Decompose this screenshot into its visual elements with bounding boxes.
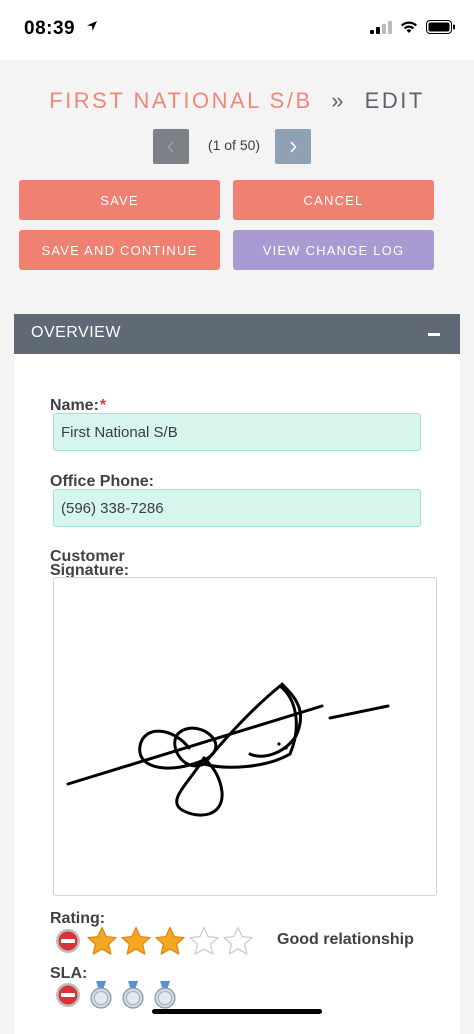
previous-record-button[interactable] xyxy=(153,129,189,164)
clear-sla-icon[interactable] xyxy=(54,981,82,1009)
rating-stars xyxy=(86,926,254,956)
overview-panel-header[interactable]: OVERVIEW xyxy=(14,314,460,354)
wifi-icon xyxy=(401,20,417,33)
rating-control xyxy=(54,926,254,956)
sla-medal-icon[interactable] xyxy=(120,980,146,1010)
signature-dot-1 xyxy=(277,742,281,746)
signature-pad[interactable] xyxy=(53,577,437,896)
title-action: EDIT xyxy=(364,88,425,113)
star-empty-icon[interactable] xyxy=(188,926,220,956)
status-icons xyxy=(370,20,456,34)
sla-medals xyxy=(88,980,178,1010)
panel-title: OVERVIEW xyxy=(31,324,121,341)
star-filled-icon[interactable] xyxy=(120,926,152,956)
overview-panel-body: Name:* Office Phone: Customer Signature: xyxy=(14,354,460,1034)
home-indicator[interactable] xyxy=(152,1009,322,1014)
battery-icon xyxy=(426,20,455,34)
page-title: FIRST NATIONAL S/B » EDIT xyxy=(0,88,474,114)
sla-medal-icon[interactable] xyxy=(152,980,178,1010)
sla-control xyxy=(54,980,178,1010)
title-separator: » xyxy=(331,88,347,113)
chevron-left-icon xyxy=(167,140,174,153)
required-marker: * xyxy=(99,397,107,414)
collapse-icon[interactable] xyxy=(428,333,440,336)
signature-drawing xyxy=(66,682,390,817)
save-and-continue-button[interactable]: SAVE AND CONTINUE xyxy=(19,230,220,270)
name-label-text: Name: xyxy=(50,397,99,414)
sla-medal-icon[interactable] xyxy=(88,980,114,1010)
name-input[interactable] xyxy=(53,413,421,451)
status-bar: 08:39 xyxy=(0,0,474,60)
next-record-button[interactable] xyxy=(275,129,311,164)
edit-view: FIRST NATIONAL S/B » EDIT (1 of 50) SAVE… xyxy=(0,60,474,1034)
view-change-log-button[interactable]: VIEW CHANGE LOG xyxy=(233,230,434,270)
cancel-button[interactable]: CANCEL xyxy=(233,180,434,220)
rating-description: Good relationship xyxy=(277,931,414,948)
record-pager: (1 of 50) xyxy=(153,129,323,165)
cellular-signal-icon xyxy=(370,20,392,34)
clear-rating-icon[interactable] xyxy=(54,927,82,955)
star-filled-icon[interactable] xyxy=(154,926,186,956)
star-empty-icon[interactable] xyxy=(222,926,254,956)
star-filled-icon[interactable] xyxy=(86,926,118,956)
record-count: (1 of 50) xyxy=(207,137,261,153)
title-module[interactable]: FIRST NATIONAL S/B xyxy=(49,88,312,113)
signature-dot-2 xyxy=(284,746,288,750)
status-time: 08:39 xyxy=(24,18,76,39)
signature-stroke-dash xyxy=(328,704,390,720)
location-arrow-icon xyxy=(87,21,97,31)
office-phone-input[interactable] xyxy=(53,489,421,527)
chevron-right-icon xyxy=(290,140,297,153)
save-button[interactable]: SAVE xyxy=(19,180,220,220)
